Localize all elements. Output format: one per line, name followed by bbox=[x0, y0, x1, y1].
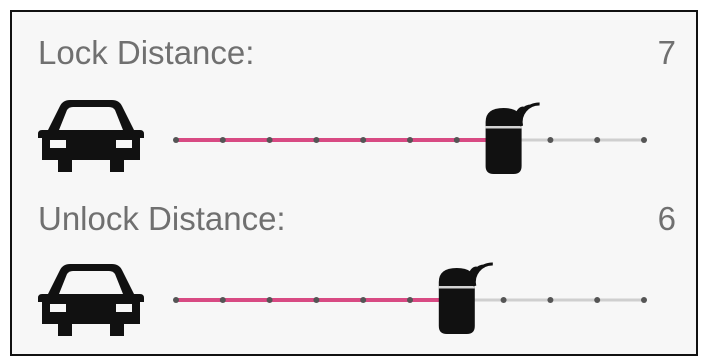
slider-tick bbox=[547, 137, 554, 143]
car-icon bbox=[38, 100, 144, 172]
slider-tick bbox=[173, 297, 179, 303]
slider-tick bbox=[173, 137, 179, 143]
slider-tick bbox=[407, 297, 413, 303]
slider-tick bbox=[453, 137, 460, 143]
slider-tick bbox=[360, 137, 367, 143]
lock-distance-label: Lock Distance: bbox=[38, 34, 255, 71]
slider-tick bbox=[641, 137, 647, 143]
slider-tick bbox=[594, 297, 601, 303]
slider-tick bbox=[313, 297, 320, 303]
slider-tick bbox=[547, 297, 554, 303]
slider-tick bbox=[219, 297, 226, 303]
slider-tick bbox=[313, 137, 320, 143]
car-icon bbox=[38, 264, 144, 336]
slider-tick bbox=[219, 137, 226, 143]
slider-tick bbox=[266, 297, 273, 303]
unlock-distance-label: Unlock Distance: bbox=[38, 200, 286, 237]
slider-tick bbox=[360, 297, 367, 303]
unlock-distance-slider[interactable] bbox=[172, 258, 652, 348]
unlock-distance-value: 6 bbox=[657, 200, 676, 237]
slider-tick bbox=[500, 297, 507, 303]
distance-settings-panel: Lock Distance: 7 Unlock Distance: 6 bbox=[10, 10, 698, 356]
slider-tick bbox=[407, 137, 413, 143]
lock-distance-slider[interactable] bbox=[172, 98, 652, 188]
slider-tick bbox=[266, 137, 273, 143]
slider-tick bbox=[641, 297, 647, 303]
lock-distance-value: 7 bbox=[657, 34, 676, 71]
slider-tick bbox=[594, 137, 601, 143]
